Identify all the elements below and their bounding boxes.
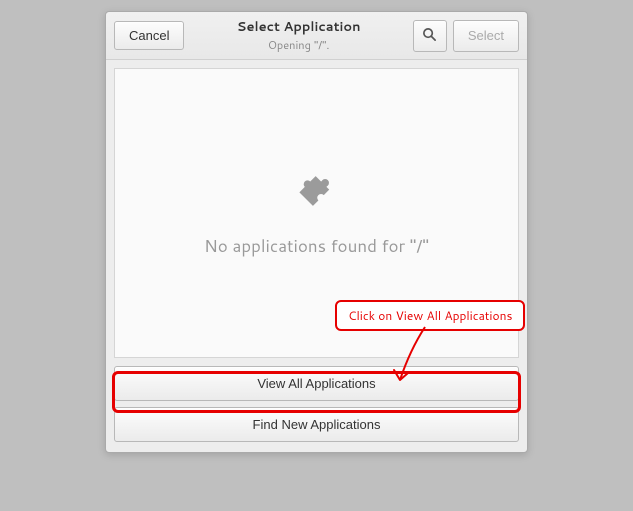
puzzle-icon	[294, 168, 340, 220]
select-button[interactable]: Select	[453, 20, 519, 52]
find-new-applications-button[interactable]: Find New Applications	[114, 407, 519, 442]
search-icon	[422, 27, 437, 45]
dialog-subtitle: Opening "/".	[184, 37, 412, 53]
cancel-button[interactable]: Cancel	[114, 21, 184, 50]
empty-state-message: No applications found for "/"	[204, 234, 429, 258]
annotation-arrow-icon	[390, 325, 450, 401]
select-application-dialog: Cancel Select Application Opening "/". S…	[105, 11, 528, 453]
view-all-applications-button[interactable]: View All Applications	[114, 366, 519, 401]
dialog-title: Select Application	[184, 18, 412, 36]
titlebar-right-buttons: Select	[413, 20, 519, 52]
dialog-titlebar: Cancel Select Application Opening "/". S…	[106, 12, 527, 60]
dialog-title-area: Select Application Opening "/".	[184, 18, 412, 53]
search-button[interactable]	[413, 20, 447, 52]
dialog-action-buttons: View All Applications Find New Applicati…	[106, 366, 527, 452]
